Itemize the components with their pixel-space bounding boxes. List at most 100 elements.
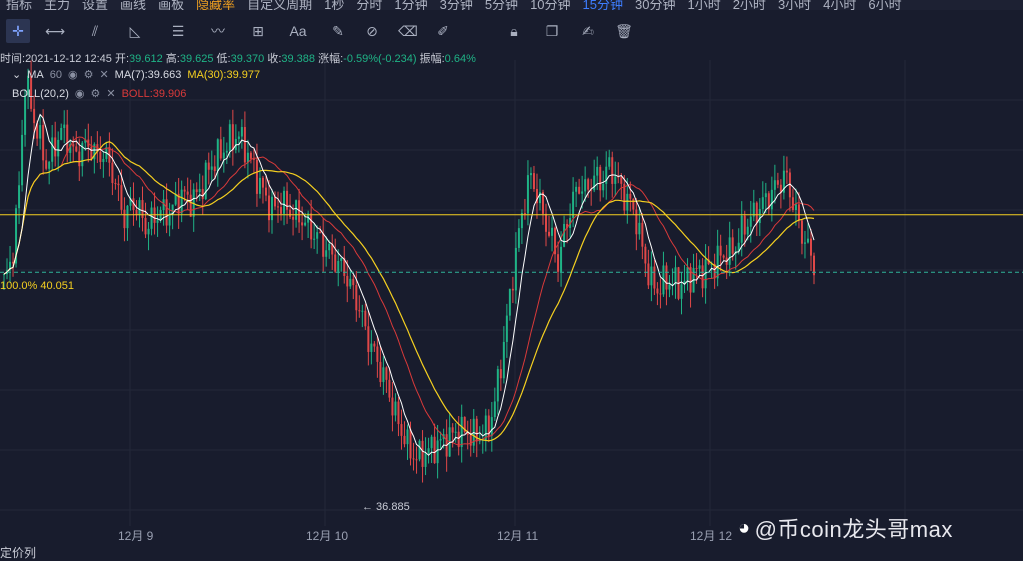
parallel-channel-icon[interactable]: ⫽: [83, 19, 107, 43]
menu-item[interactable]: 2小时: [727, 0, 772, 10]
price-line-label: 100.0% 40.051: [0, 280, 75, 292]
pencil-grid-icon[interactable]: ✎: [326, 19, 350, 43]
menu-item[interactable]: 15分钟: [577, 0, 629, 10]
candle-body: [144, 217, 147, 235]
candle-body: [770, 189, 773, 210]
menu-item[interactable]: 主力: [38, 0, 76, 10]
candle-body: [355, 285, 358, 311]
menu-item[interactable]: 分时: [350, 0, 388, 10]
candle-body: [520, 213, 523, 229]
candle-body: [508, 288, 511, 316]
candle-body: [183, 189, 186, 192]
candle-body: [529, 173, 532, 176]
menu-item[interactable]: 指标: [0, 0, 38, 10]
candle-body: [653, 266, 656, 289]
candle-body: [460, 416, 463, 448]
crosshair-icon[interactable]: ✛: [6, 19, 30, 43]
menu-item[interactable]: 30分钟: [629, 0, 681, 10]
close-icon[interactable]: ✕: [99, 68, 108, 81]
candle-body: [63, 124, 66, 129]
candle-body: [794, 204, 797, 211]
menu-item[interactable]: 隐藏率: [190, 0, 241, 10]
candle-body: [632, 198, 635, 210]
candle-body: [376, 346, 379, 362]
candle-body: [397, 401, 400, 425]
candle-body: [517, 228, 520, 248]
candle-body: [361, 310, 364, 312]
brush-icon[interactable]: ✐: [431, 19, 455, 43]
add-box-icon[interactable]: ⊞: [246, 19, 270, 43]
menu-item[interactable]: 10分钟: [524, 0, 576, 10]
menu-item[interactable]: 画板: [152, 0, 190, 10]
candle-body: [797, 204, 800, 221]
menu-item[interactable]: 1秒: [318, 0, 350, 10]
fib-lines-icon[interactable]: ☰: [166, 19, 190, 43]
candle-body: [454, 431, 457, 433]
candle-body: [207, 162, 210, 170]
triangle-ruler-icon[interactable]: ◺: [123, 19, 147, 43]
menu-item[interactable]: 自定义周期: [241, 0, 318, 10]
menu-item[interactable]: 设置: [76, 0, 114, 10]
menu-item[interactable]: 3分钟: [434, 0, 479, 10]
duplicate-icon[interactable]: ❐: [540, 19, 564, 43]
settings-icon[interactable]: ⚙: [84, 68, 94, 81]
ma30-line: [3, 141, 815, 442]
candle-body: [364, 310, 367, 327]
top-menu-bar: 指标 主力 设置 画线 画板 隐藏率 自定义周期 1秒 分时 1分钟 3分钟 5分钟 10分钟 15分钟 3…: [0, 0, 1023, 10]
candle-body: [749, 216, 752, 227]
candle-body: [551, 227, 554, 236]
candle-body: [313, 238, 316, 240]
menu-item[interactable]: 4小时: [817, 0, 862, 10]
candle-body: [21, 134, 24, 186]
menu-item[interactable]: 3小时: [772, 0, 817, 10]
candle-body: [264, 187, 267, 196]
menu-item[interactable]: 1分钟: [388, 0, 433, 10]
candle-body: [584, 179, 587, 192]
candle-body: [189, 194, 192, 217]
boll-eye-icon[interactable]: ◉: [75, 87, 85, 100]
candle-body: [698, 265, 701, 269]
candle-body: [409, 429, 412, 459]
candle-body: [421, 440, 424, 467]
candle-body: [216, 139, 219, 172]
candle-body: [274, 196, 277, 207]
candle-body: [650, 266, 653, 286]
candle-body: [388, 379, 391, 398]
ma7-value: MA(7):39.663: [114, 68, 182, 81]
eye-icon[interactable]: ◉: [68, 68, 78, 81]
ma-legend: ⌄ MA 60 ◉ ⚙ ✕ MA(7):39.663 MA(30):39.977: [12, 68, 260, 82]
watermark-text: @币coin龙头哥max: [754, 517, 953, 542]
price-chart[interactable]: [0, 60, 1023, 526]
horizontal-line-icon[interactable]: ⟷: [43, 19, 67, 43]
candle-body: [75, 146, 78, 152]
candle-body: [186, 191, 189, 195]
candle-body: [349, 278, 352, 287]
menu-item[interactable]: 画线: [114, 0, 152, 10]
boll-settings-icon[interactable]: ⚙: [90, 87, 100, 100]
candle-body: [418, 440, 421, 460]
edit-doc-icon[interactable]: ✍: [576, 19, 600, 43]
menu-item[interactable]: 5分钟: [479, 0, 524, 10]
candle-body: [57, 139, 60, 157]
lock-icon[interactable]: 🔒︎: [502, 19, 526, 43]
candle-body: [277, 206, 280, 208]
candle-body: [743, 215, 746, 235]
candle-body: [147, 228, 150, 235]
candle-body: [668, 284, 671, 290]
candle-body: [502, 341, 505, 379]
pencil-off-icon[interactable]: ⊘: [360, 19, 384, 43]
text-aa-icon[interactable]: Aa: [286, 19, 310, 43]
eraser-icon[interactable]: ⌫: [396, 19, 420, 43]
candle-body: [593, 175, 596, 191]
candle-body: [237, 136, 240, 139]
menu-item[interactable]: 6小时: [862, 0, 907, 10]
trash-icon[interactable]: 🗑︎: [612, 19, 636, 43]
candle-body: [638, 222, 641, 235]
menu-item[interactable]: 1小时: [681, 0, 726, 10]
candle-body: [304, 222, 307, 226]
boll-close-icon[interactable]: ✕: [106, 87, 115, 100]
ma-collapse-icon[interactable]: ⌄: [12, 68, 21, 81]
wave-icon[interactable]: 〰: [206, 19, 230, 43]
candle-body: [373, 343, 376, 347]
candle-body: [433, 436, 436, 464]
